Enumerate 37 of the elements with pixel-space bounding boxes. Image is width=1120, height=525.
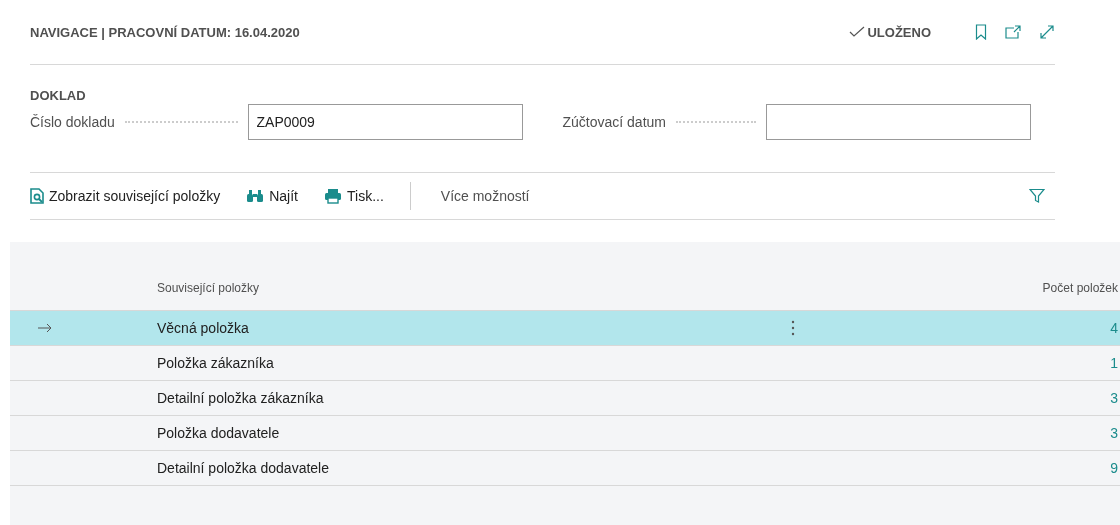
table-row[interactable]: Věcná položka 4 xyxy=(10,311,1120,346)
open-in-new-window-icon[interactable] xyxy=(1005,25,1021,39)
bookmark-icon[interactable] xyxy=(975,24,987,40)
toolbar-button[interactable]: Najít xyxy=(246,188,298,204)
more-options-button[interactable]: Více možností xyxy=(440,188,530,204)
table-cell[interactable]: 3 xyxy=(891,390,1120,406)
filter-icon[interactable] xyxy=(1029,188,1045,204)
more-icon[interactable] xyxy=(791,320,795,336)
toolbar-button[interactable]: Zobrazit související položky xyxy=(30,188,221,204)
binoculars-icon xyxy=(246,189,265,203)
document-search-icon xyxy=(30,188,44,204)
field-label: Číslo dokladu xyxy=(30,114,115,130)
table-row[interactable]: Položka dodavatele 3 xyxy=(10,416,1120,451)
input-field[interactable] xyxy=(766,104,1031,140)
field-label: Zúčtovací datum xyxy=(562,114,666,130)
table-row[interactable]: Položka zákazníka 1 xyxy=(10,346,1120,381)
page-title: NAVIGACE | PRACOVNÍ DATUM: 16.04.2020 xyxy=(30,24,301,40)
table-cell-text: Detailní položka dodavatele xyxy=(157,460,330,476)
column-header[interactable]: Počet položek xyxy=(891,281,1120,295)
table-row[interactable]: Detailní položka dodavatele 9 xyxy=(10,451,1120,486)
arrow-right-icon xyxy=(38,323,52,333)
table-row[interactable]: Detailní položka zákazníka 3 xyxy=(10,381,1120,416)
toolbar-button[interactable]: Tisk... xyxy=(324,188,384,204)
table-cell-text: Položka dodavatele xyxy=(157,425,281,441)
table-cell[interactable]: 3 xyxy=(891,425,1120,441)
column-header[interactable]: Související položky xyxy=(157,281,791,295)
table-cell-text: Položka zákazníka xyxy=(157,355,275,371)
save-status: ULOŽENO xyxy=(867,24,931,40)
table-cell-text: Věcná položka xyxy=(157,320,250,336)
section-title: DOKLAD xyxy=(30,88,87,103)
expand-icon[interactable] xyxy=(1039,24,1055,40)
input-field[interactable]: ZAP0009 xyxy=(247,104,523,140)
table-cell[interactable]: 9 xyxy=(891,460,1120,476)
table-cell[interactable]: 1 xyxy=(891,355,1120,371)
printer-icon xyxy=(324,188,342,204)
table-cell-text: Detailní položka zákazníka xyxy=(157,390,325,406)
checkmark-icon xyxy=(849,26,866,38)
